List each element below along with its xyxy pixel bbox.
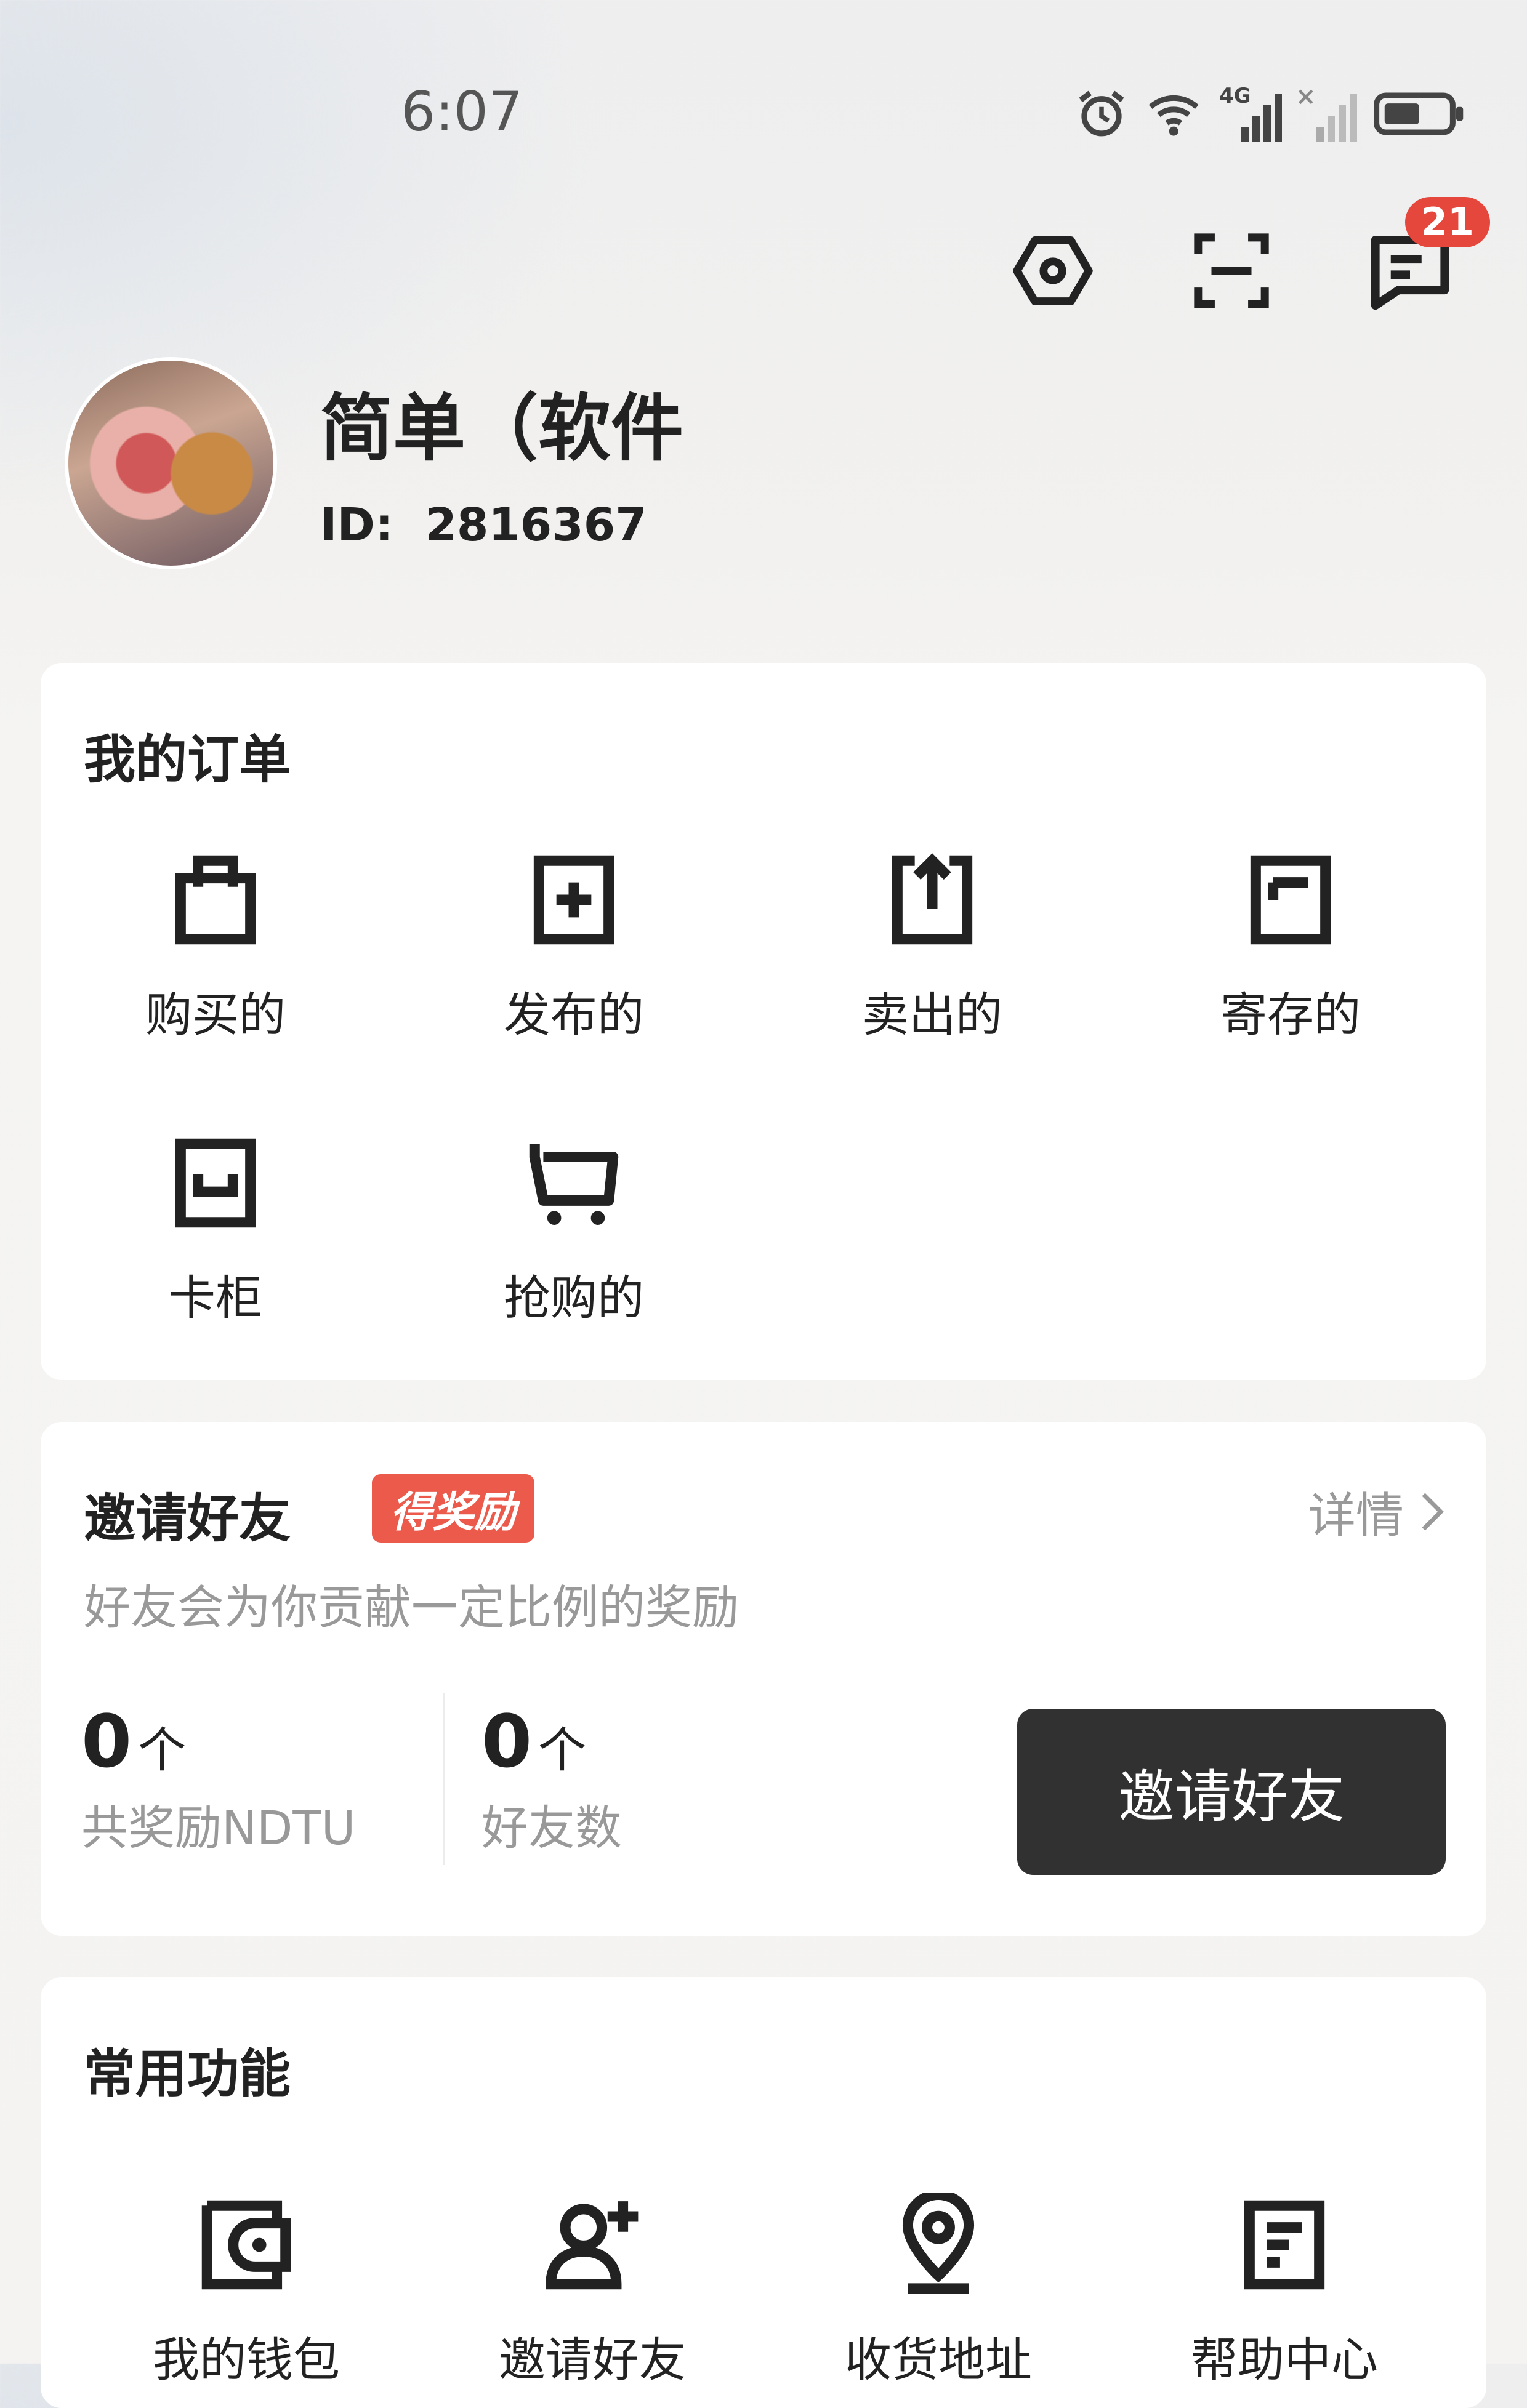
battery-icon: [1374, 92, 1464, 135]
publish-icon: [533, 855, 614, 945]
messages-button[interactable]: 21: [1355, 197, 1490, 326]
orders-title: 我的订单: [84, 729, 291, 790]
user-id: ID: 2816367: [320, 499, 647, 552]
invite-title: 邀请好友: [84, 1488, 291, 1549]
common-functions-title: 常用功能: [84, 2044, 291, 2104]
status-time: 6:07: [401, 80, 523, 143]
stat-friend-count-unit: 个: [538, 1723, 587, 1778]
help-center-icon: [1244, 2200, 1325, 2290]
common-item-wallet[interactable]: 我的钱包: [123, 2193, 369, 2390]
avatar[interactable]: [65, 357, 277, 569]
stat-friend-count: 0 个 好友数: [481, 1699, 622, 1858]
add-friend-icon: [546, 2201, 639, 2290]
scan-button[interactable]: [1176, 215, 1287, 326]
order-item-stored[interactable]: 寄存的: [1167, 848, 1414, 1045]
common-item-invite[interactable]: 邀请好友: [469, 2193, 715, 2390]
stat-friend-count-value: 0: [481, 1699, 533, 1784]
reward-tag: 得奖励: [372, 1474, 535, 1543]
chevron-right-icon: [1422, 1493, 1444, 1531]
cart-icon: [529, 1144, 619, 1225]
status-icons: 4G ×: [1074, 82, 1465, 142]
invite-subtitle: 好友会为你贡献一定比例的奖励: [84, 1580, 739, 1635]
invite-friends-button[interactable]: 邀请好友: [1017, 1709, 1446, 1875]
common-item-address[interactable]: 收货地址: [815, 2193, 1062, 2390]
message-count-badge: 21: [1404, 197, 1490, 247]
location-icon: [902, 2193, 975, 2294]
username: 简单（软件: [320, 386, 684, 471]
user-id-value: 2816367: [425, 499, 647, 552]
settings-icon: [1013, 236, 1093, 305]
invite-details-link[interactable]: 详情: [1308, 1477, 1446, 1546]
wallet-icon: [201, 2200, 291, 2290]
order-item-sold[interactable]: 卖出的: [809, 848, 1055, 1045]
settings-button[interactable]: [997, 215, 1108, 326]
order-item-flash-sale[interactable]: 抢购的: [451, 1131, 697, 1328]
signal-no-service-icon: ×: [1295, 82, 1357, 142]
stat-total-reward-unit: 个: [138, 1723, 187, 1778]
stats-divider: [443, 1693, 445, 1865]
orders-card: 我的订单 购买的 发布的 卖出的 寄存的 卡柜 抢购的: [41, 663, 1486, 1380]
scan-icon: [1194, 233, 1269, 308]
invite-details-label: 详情: [1307, 1488, 1404, 1544]
sold-icon: [892, 853, 973, 945]
invite-card: 邀请好友 得奖励 详情 好友会为你贡献一定比例的奖励 0 个 共奖励NDTU 0…: [41, 1422, 1486, 1936]
order-item-purchased[interactable]: 购买的: [92, 848, 339, 1045]
stat-friend-count-label: 好友数: [481, 1800, 622, 1855]
common-functions-card: 常用功能 我的钱包 邀请好友 收货地址 帮助中心: [41, 1977, 1486, 2408]
header-actions: 21: [997, 197, 1490, 326]
card-cabinet-icon: [175, 1138, 256, 1228]
user-id-label: ID:: [320, 499, 393, 552]
alarm-icon: [1079, 90, 1124, 137]
order-item-card-cabinet[interactable]: 卡柜: [92, 1131, 339, 1328]
common-item-help[interactable]: 帮助中心: [1161, 2193, 1408, 2390]
storage-icon: [1250, 855, 1331, 945]
wifi-icon: [1148, 95, 1199, 136]
order-item-published[interactable]: 发布的: [451, 848, 697, 1045]
stat-total-reward-label: 共奖励NDTU: [81, 1800, 356, 1855]
signal-4g-icon: 4G: [1219, 84, 1282, 142]
stat-total-reward-value: 0: [81, 1699, 132, 1784]
stat-total-reward: 0 个 共奖励NDTU: [81, 1699, 355, 1858]
shopping-bag-icon: [175, 855, 256, 945]
